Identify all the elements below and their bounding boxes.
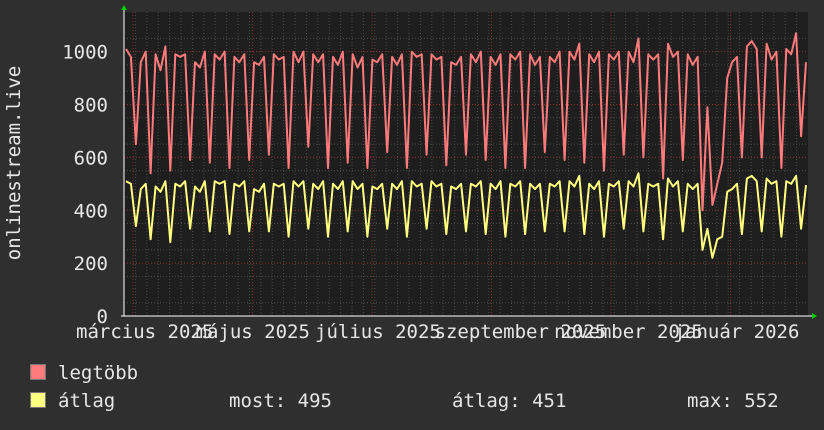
y-tick-label: 400 bbox=[74, 200, 108, 222]
x-tick-label: január 2026 bbox=[674, 321, 800, 343]
x-tick-label: május 2025 bbox=[196, 321, 310, 343]
stat-max: max: 552 bbox=[687, 390, 779, 412]
x-tick-label: március 2025 bbox=[76, 321, 213, 343]
legend-item-legtobb: legtöbb bbox=[30, 362, 138, 384]
y-tick-label: 600 bbox=[74, 147, 108, 169]
stat-now: most: 495 bbox=[229, 390, 332, 412]
legend-label-atlag: átlag bbox=[58, 390, 116, 412]
legend-label-legtobb: legtöbb bbox=[58, 362, 139, 384]
legend-swatch-atlag bbox=[30, 392, 46, 408]
y-tick-label: 1000 bbox=[62, 42, 108, 64]
chart: 02004006008001000március 2025május 2025 j… bbox=[3, 5, 817, 343]
y-tick-label: 200 bbox=[74, 253, 108, 275]
legend-item-atlag: átlag bbox=[30, 390, 115, 412]
x-tick-label: július 2025 bbox=[315, 321, 441, 343]
y-axis-arrow bbox=[121, 5, 127, 10]
x-axis-arrow bbox=[812, 313, 817, 319]
stat-average: átlag: 451 bbox=[452, 390, 567, 412]
y-tick-label: 800 bbox=[74, 95, 108, 117]
y-axis-title: onlinestream.live bbox=[3, 66, 25, 260]
legend-swatch-legtobb bbox=[30, 364, 46, 380]
